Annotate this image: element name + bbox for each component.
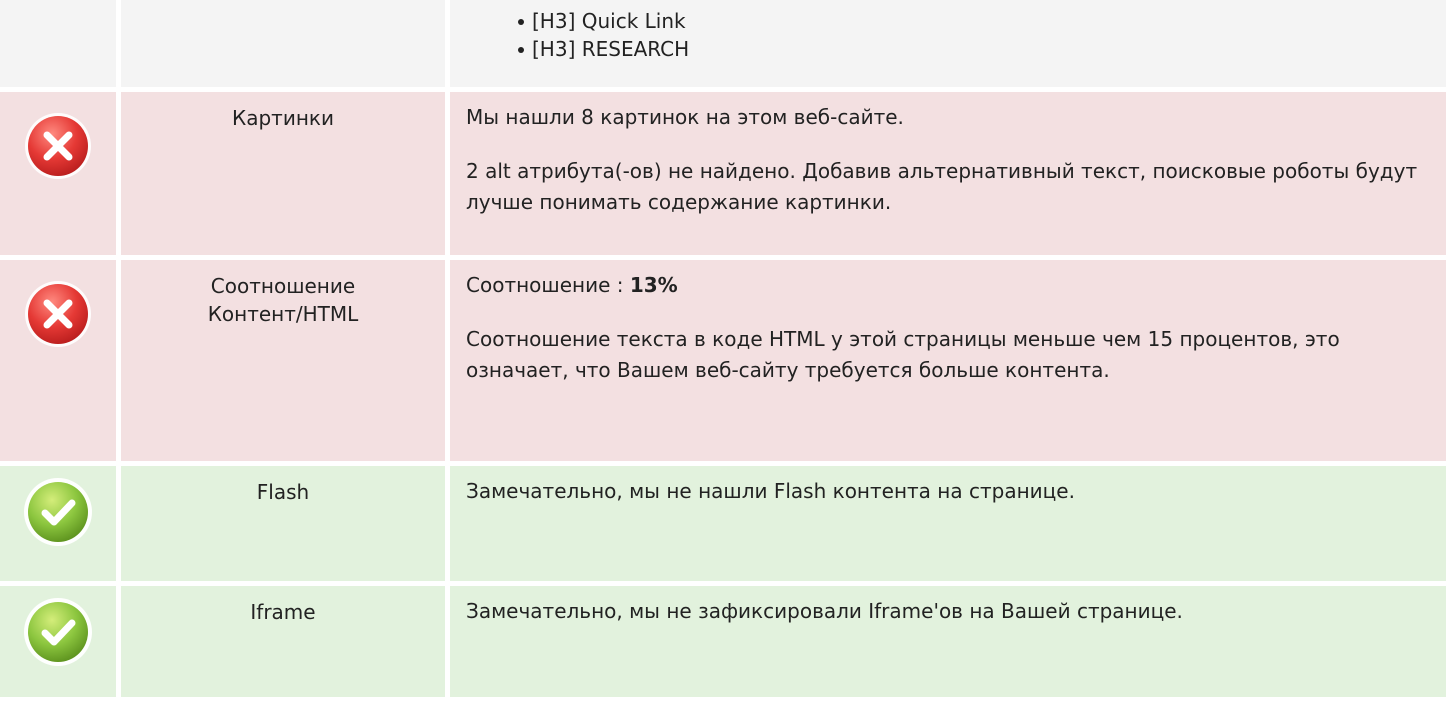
row-title: Картинки: [121, 92, 445, 255]
flash-row: Flash Замечательно, мы не нашли Flash ко…: [0, 466, 1446, 581]
ratio-value: 13%: [629, 273, 678, 297]
icon-cell: [0, 586, 116, 697]
list-item: [H3] Quick Link: [518, 7, 1446, 35]
iframe-row: Iframe Замечательно, мы не зафиксировали…: [0, 586, 1446, 697]
headings-list: [H3] Quick Link [H3] RESEARCH: [466, 7, 1446, 63]
ratio-line: Соотношение : 13%: [466, 270, 1446, 301]
checkmark-icon: [24, 598, 92, 666]
ratio-explanation: Соотношение текста в коде HTML у этой ст…: [466, 327, 1340, 382]
flash-result-text: Замечательно, мы не нашли Flash контента…: [466, 479, 1075, 503]
row-title: Соотношение Контент/HTML: [121, 260, 445, 461]
error-x-icon: [25, 281, 91, 347]
row-title: Flash: [121, 466, 445, 581]
headings-cell: [H3] Quick Link [H3] RESEARCH: [450, 0, 1446, 87]
headings-row: [H3] Quick Link [H3] RESEARCH: [0, 0, 1446, 87]
checkmark-icon: [24, 478, 92, 546]
icon-cell: [0, 260, 116, 461]
error-x-icon: [25, 113, 91, 179]
seo-report-table: [H3] Quick Link [H3] RESEARCH Картинки М…: [0, 0, 1446, 702]
row-description: Мы нашли 8 картинок на этом веб-сайте. 2…: [450, 92, 1446, 255]
ratio-label: Соотношение :: [466, 273, 630, 297]
icon-cell: [0, 92, 116, 255]
icon-cell: [0, 466, 116, 581]
row-description: Замечательно, мы не зафиксировали Iframe…: [450, 586, 1446, 697]
images-count-text: Мы нашли 8 картинок на этом веб-сайте.: [466, 105, 904, 129]
name-cell: [121, 0, 445, 87]
list-item: [H3] RESEARCH: [518, 35, 1446, 63]
images-row: Картинки Мы нашли 8 картинок на этом веб…: [0, 92, 1446, 255]
row-title: Iframe: [121, 586, 445, 697]
content-ratio-row: Соотношение Контент/HTML Соотношение : 1…: [0, 260, 1446, 461]
icon-cell: [0, 0, 116, 87]
row-description: Замечательно, мы не нашли Flash контента…: [450, 466, 1446, 581]
alt-missing-text: 2 alt атрибута(-ов) не найдено. Добавив …: [466, 159, 1418, 214]
row-description: Соотношение : 13% Соотношение текста в к…: [450, 260, 1446, 461]
iframe-result-text: Замечательно, мы не зафиксировали Iframe…: [466, 599, 1183, 623]
